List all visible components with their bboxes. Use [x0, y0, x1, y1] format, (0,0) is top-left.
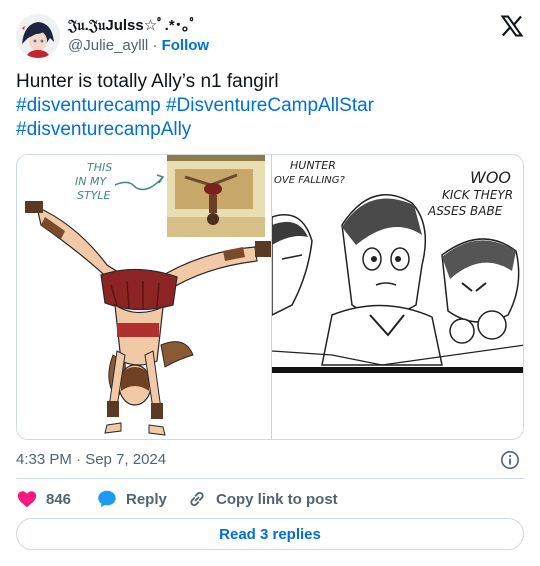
author-handle-row: @Julie_aylll · Follow [68, 36, 209, 56]
author-handle[interactable]: @Julie_aylll [68, 37, 148, 54]
heart-icon [17, 491, 37, 508]
author-info: 𝔍𝔲.𝔍𝔲Julss☆ﾟ.*･｡ﾟ @Julie_aylll · Follow [68, 16, 209, 56]
tweet-actions: 846 Reply Copy link to post [16, 486, 524, 512]
hashtag-line[interactable]: #disventurecamp #DisventureCampAllStar [16, 94, 524, 118]
tweet-media[interactable]: THIS IN MY STYLE HUNTER OVE FALLING? WOO… [16, 154, 524, 440]
reply-label: Reply [126, 490, 167, 508]
annotation-line-3: STYLE [77, 189, 111, 202]
media-image-left[interactable]: THIS IN MY STYLE [17, 155, 271, 439]
handle-separator: · [152, 37, 158, 54]
svg-text:ASSES BABE: ASSES BABE [427, 204, 503, 218]
tweet-timestamp[interactable]: 4:33 PM · Sep 7, 2024 [16, 450, 166, 470]
like-button[interactable]: 846 [16, 486, 71, 512]
x-logo-icon[interactable] [500, 14, 524, 38]
reply-button[interactable]: Reply [96, 486, 167, 512]
svg-text:KICK THEYR: KICK THEYR [442, 188, 513, 202]
comic-caption-1: HUNTER [290, 159, 336, 172]
tweet-header: 𝔍𝔲.𝔍𝔲Julss☆ﾟ.*･｡ﾟ @Julie_aylll · Follow [16, 12, 524, 62]
embedded-tweet-card: 𝔍𝔲.𝔍𝔲Julss☆ﾟ.*･｡ﾟ @Julie_aylll · Follow … [0, 0, 540, 566]
hashtag-line[interactable]: #disventurecampAlly [16, 118, 524, 142]
tweet-body: Hunter is totally Ally’s n1 fangirl #dis… [16, 70, 524, 142]
divider-line [16, 478, 524, 479]
copy-link-label: Copy link to post [216, 490, 338, 508]
tweet-text: Hunter is totally Ally’s n1 fangirl [16, 71, 279, 92]
comic-caption-2: WOO [470, 168, 511, 187]
annotation-line-2: IN MY [75, 175, 107, 188]
follow-button[interactable]: Follow [162, 37, 210, 54]
link-icon [190, 491, 204, 507]
avatar[interactable] [16, 14, 60, 58]
read-replies-button[interactable]: Read 3 replies [16, 518, 524, 550]
reply-bubble-icon [98, 490, 116, 508]
author-display-name[interactable]: 𝔍𝔲.𝔍𝔲Julss☆ﾟ.*･｡ﾟ [68, 16, 209, 36]
svg-text:OVE FALLING?: OVE FALLING? [274, 175, 346, 186]
like-count: 846 [46, 490, 72, 508]
media-image-right[interactable]: HUNTER OVE FALLING? WOO KICK THEYR ASSES… [271, 155, 523, 439]
annotation-line-1: THIS [87, 161, 112, 174]
copy-link-button[interactable]: Copy link to post [186, 486, 338, 512]
info-icon[interactable] [500, 450, 520, 470]
reference-thumbnail [167, 155, 265, 237]
